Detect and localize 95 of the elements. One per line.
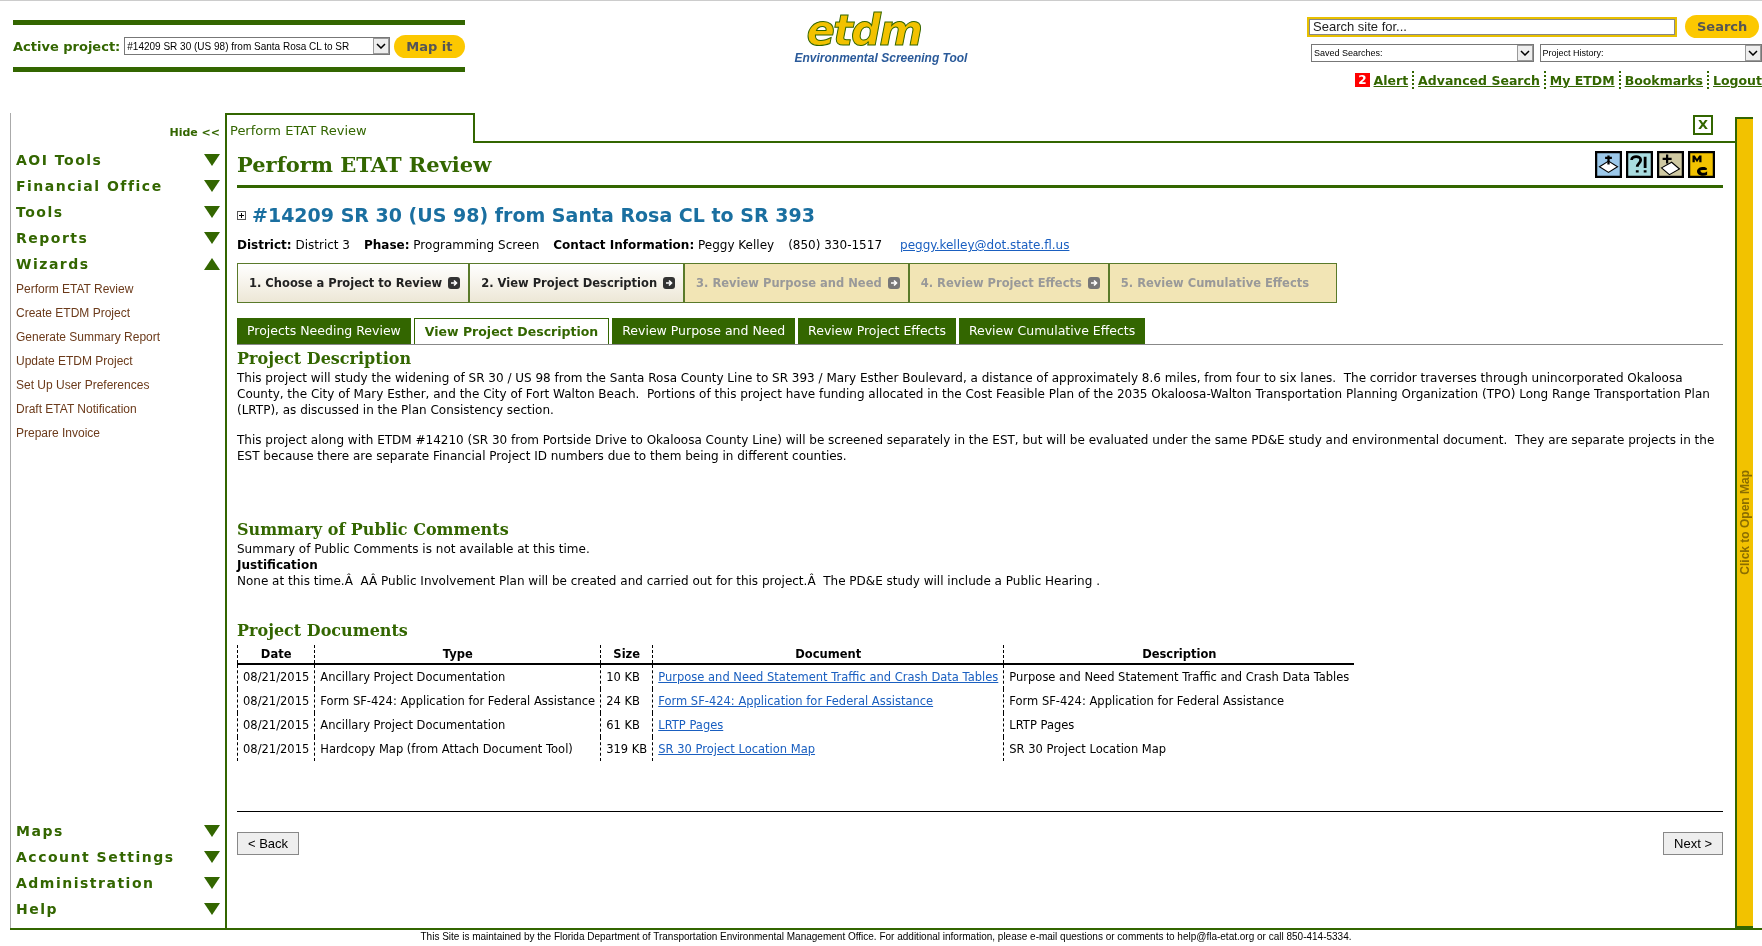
justification-label: Justification [237, 557, 319, 573]
table-cell: 61 KB [600, 713, 653, 737]
table-cell: Form SF-424: Application for Federal Assistance [1003, 689, 1355, 713]
column-header: Document [652, 645, 1004, 664]
table-cell: SR 30 Project Location Map [1003, 737, 1355, 761]
sidebar-section[interactable]: Account Settings [16, 844, 220, 870]
phone-number: (850) 330-1517 [788, 238, 882, 252]
active-project-label: Active project: [13, 38, 121, 54]
column-header: Type [314, 645, 601, 664]
sidebar-link[interactable]: Draft ETAT Notification [16, 397, 220, 421]
sidebar-link[interactable]: Perform ETAT Review [16, 277, 220, 301]
chevron-icon [1748, 50, 1758, 56]
email-link[interactable]: peggy.kelley@dot.state.fl.us [900, 238, 1070, 252]
sidebar-link[interactable]: Set Up User Preferences [16, 373, 220, 397]
project-history-dropdown[interactable]: Project History: [1539, 44, 1762, 62]
column-header: Description [1003, 645, 1355, 664]
table-cell: Ancillary Project Documentation [314, 713, 601, 737]
map-it-button[interactable]: Map it [394, 34, 465, 58]
sidebar-section[interactable]: Reports [16, 225, 220, 251]
wizard-step: 3. Review Purpose and Need [684, 263, 909, 303]
alert-count-badge: 2 [1355, 73, 1370, 87]
help-icon[interactable] [1626, 150, 1653, 178]
saved-searches-dropdown[interactable]: Saved Searches: [1311, 44, 1534, 62]
map-tool-icon[interactable] [1595, 150, 1622, 178]
header-link[interactable]: My ETDM [1549, 72, 1615, 88]
project-title: #14209 SR 30 (US 98) from Santa Rosa CL to SR 393 [252, 204, 815, 226]
back-button[interactable]: < Back [237, 832, 300, 855]
wizard-step[interactable]: 1. Choose a Project to Review [237, 263, 470, 303]
panel-tab[interactable]: Perform ETAT Review [225, 113, 475, 143]
logo-tagline: Environmental Screening Tool [794, 51, 969, 65]
table-cell: Hardcopy Map (from Attach Document Tool) [314, 737, 601, 761]
justification-text: None at this time.Â AÂ Public Involvement Plan will be created and carried out for this project.Â The PD&E study will include a Public Hearing . [237, 573, 1101, 589]
sidebar-section[interactable]: Financial Office [16, 173, 220, 199]
sidebar-section[interactable]: Administration [16, 870, 220, 896]
sidebar-link[interactable]: Update ETDM Project [16, 349, 220, 373]
wizard-step: 4. Review Project Effects [908, 263, 1109, 303]
sidebar-section[interactable]: Maps [16, 818, 220, 844]
my-etdm-icon[interactable] [1688, 150, 1715, 178]
next-button[interactable]: Next > [1663, 832, 1723, 855]
document-link[interactable]: SR 30 Project Location Map [658, 742, 816, 756]
search-button[interactable]: Search [1685, 15, 1760, 38]
tab[interactable]: View Project Description [413, 318, 610, 344]
description-paragraph: This project along with ETDM #14210 (SR 30 from Portside Drive to Okaloosa County Line) will be screened separately in the EST, but will be evaluated under the same PD&E study and environmental document. They are separate projects in the EST because there are separate Financial Project ID numbers due to them being in different counties. [237, 432, 1716, 464]
comments-text: Summary of Public Comments is not available at this time. [237, 541, 591, 557]
table-cell: 08/21/2015 [237, 713, 315, 737]
column-header: Size [600, 645, 653, 664]
close-button[interactable]: X [1692, 115, 1713, 135]
section-heading: Summary of Public Comments [237, 520, 510, 539]
sidebar-section[interactable]: Tools [16, 199, 220, 225]
chevron-icon [1519, 50, 1530, 56]
tab[interactable]: Review Project Effects [798, 318, 956, 344]
sidebar-section[interactable]: Wizards [16, 251, 220, 277]
table-cell: Form SF-424: Application for Federal Assistance [314, 689, 601, 713]
footer-text: This Site is maintained by the Florida Department of Transportation Environmental Management Office. For additional information, please e-mail questions or comments to help@fla-etat.org or call 850-414-5334. [420, 931, 1352, 942]
tab[interactable]: Review Purpose and Need [612, 318, 796, 344]
header-link[interactable]: Bookmarks [1624, 72, 1704, 88]
document-link[interactable]: Purpose and Need Statement Traffic and Crash Data Tables [658, 670, 999, 684]
section-heading: Project Description [237, 349, 413, 368]
hide-sidebar-link[interactable]: Hide << [169, 126, 220, 139]
info-field: Phase: Programming Screen [364, 238, 540, 252]
sidebar-section[interactable]: Help [16, 896, 220, 922]
table-cell: 08/21/2015 [237, 737, 315, 761]
table-cell: 24 KB [600, 689, 653, 713]
header-link[interactable]: Logout [1713, 72, 1762, 88]
table-cell: 08/21/2015 [237, 664, 315, 689]
page-title: Perform ETAT Review [237, 151, 492, 177]
header-link[interactable]: Alert [1373, 72, 1409, 88]
table-cell: Purpose and Need Statement Traffic and Crash Data Tables [1003, 664, 1355, 689]
tab[interactable]: Projects Needing Review [237, 318, 411, 344]
chevron-icon [376, 43, 387, 49]
sidebar-link[interactable]: Create ETDM Project [16, 301, 220, 325]
logo-text: etdm [806, 11, 921, 51]
column-header: Date [237, 645, 315, 664]
info-field: Contact Information: Peggy Kelley [553, 238, 775, 252]
document-link[interactable]: LRTP Pages [658, 718, 724, 732]
description-paragraph: This project will study the widening of SR 30 / US 98 from the Santa Rosa County Line to SR 393 / Mary Esther Boulevard, a distance of approximately 8.6 miles, from four to six lanes. The corridor traverses through unincorporated Okaloosa County, the City of Mary Esther, and the City of Fort Walton Beach. Portions of this project have funding allocated in the Cost Feasible Plan of the 2035 Okaloosa-Walton Transportation Planning Organization (TPO) Long Range Transportation Plan (LRTP), as discussed in the Plan Consistency section. [237, 370, 1711, 418]
search-field[interactable]: Search site for... [1307, 16, 1677, 37]
table-cell: 10 KB [600, 664, 653, 689]
sidebar-link[interactable]: Generate Summary Report [16, 325, 220, 349]
add-document-icon[interactable] [1657, 150, 1684, 178]
table-cell: Ancillary Project Documentation [314, 664, 601, 689]
table-cell: 319 KB [600, 737, 653, 761]
sidebar-link[interactable]: Prepare Invoice [16, 421, 220, 445]
table-cell: 08/21/2015 [237, 689, 315, 713]
header-link[interactable]: Advanced Search [1418, 72, 1540, 88]
wizard-step[interactable]: 2. View Project Description [469, 263, 685, 303]
info-field: District: District 3 [237, 238, 350, 252]
document-link[interactable]: Form SF-424: Application for Federal Assistance [658, 694, 934, 708]
table-cell: LRTP Pages [1003, 713, 1355, 737]
sidebar-section[interactable]: AOI Tools [16, 147, 220, 173]
tab[interactable]: Review Cumulative Effects [958, 318, 1146, 344]
active-project-dropdown[interactable]: #14209 SR 30 (US 98) from Santa Rosa CL to SR [124, 37, 391, 55]
section-heading: Project Documents [237, 621, 409, 640]
wizard-step: 5. Review Cumulative Effects [1108, 263, 1337, 303]
expand-icon[interactable] [237, 210, 246, 220]
